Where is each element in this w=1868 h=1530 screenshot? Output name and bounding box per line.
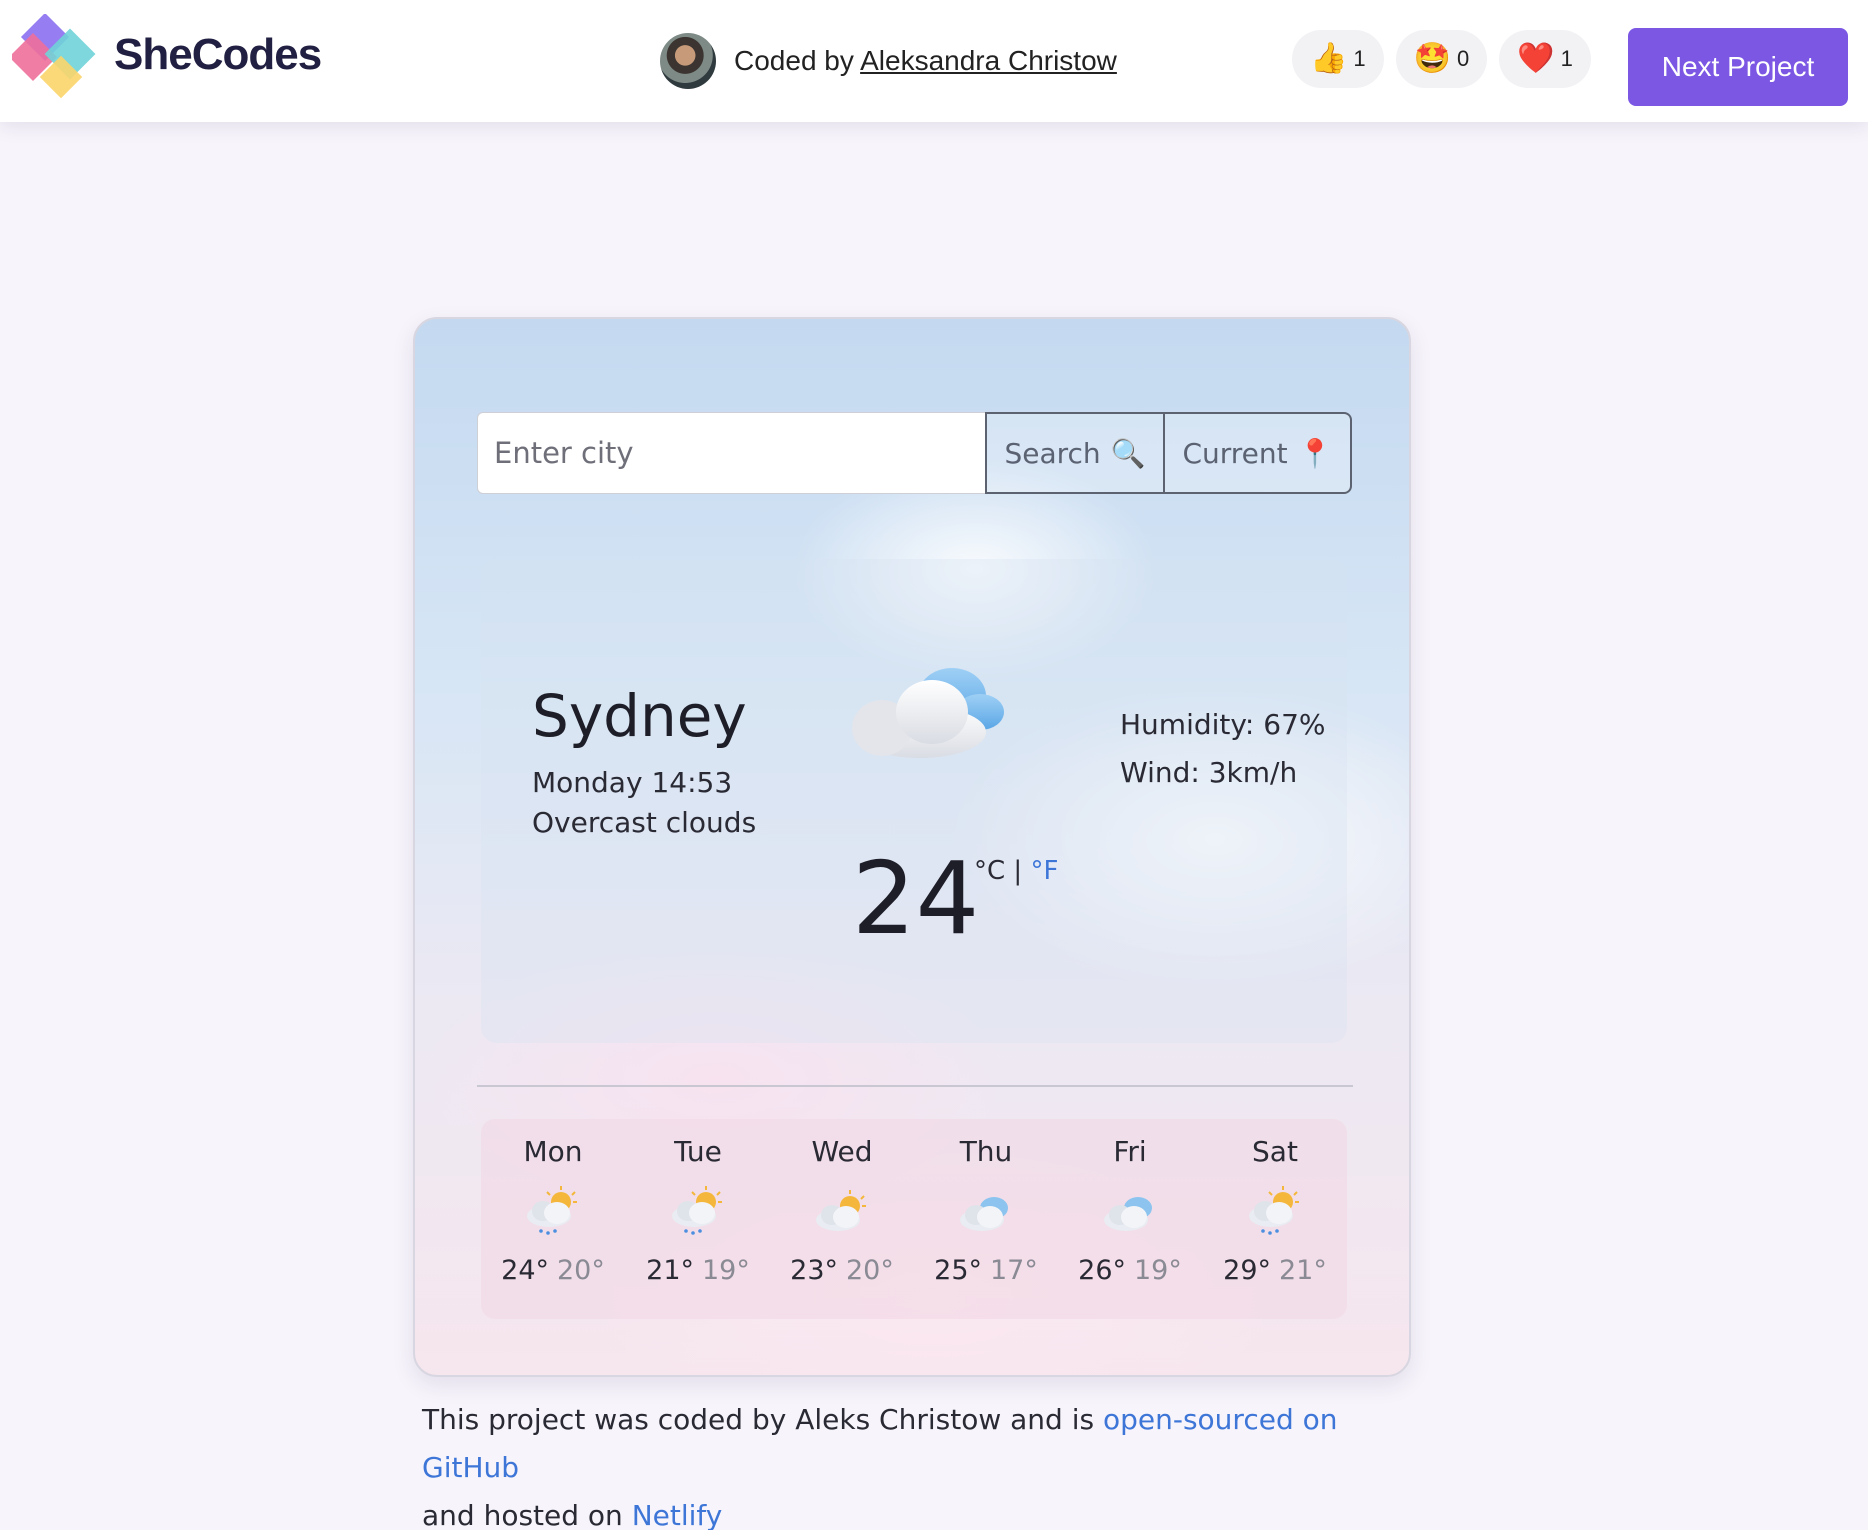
forecast-day-name: Sat <box>1252 1135 1298 1168</box>
forecast-day-name: Tue <box>674 1135 722 1168</box>
forecast-day-name: Wed <box>811 1135 873 1168</box>
forecast-max: 25° <box>934 1255 982 1286</box>
forecast-day-name: Mon <box>523 1135 583 1168</box>
footer-text-2: and hosted on <box>422 1499 632 1530</box>
author-prefix: Coded by <box>734 45 854 76</box>
forecast-day: Tue 21° 19° <box>626 1119 770 1286</box>
forecast-min: 19° <box>1134 1255 1182 1286</box>
current-button-label: Current <box>1182 436 1288 470</box>
city-name: Sydney <box>532 682 747 750</box>
forecast-panel: Mon 24° 20° Tue 21° 19° Wed 23° 20° Thu … <box>481 1119 1347 1319</box>
footer-text: This project was coded by Aleks Christow… <box>422 1396 1422 1530</box>
next-project-button[interactable]: Next Project <box>1628 28 1848 106</box>
forecast-min: 19° <box>702 1255 750 1286</box>
forecast-day: Mon 24° 20° <box>481 1119 625 1286</box>
unit-separator: | <box>1013 856 1023 886</box>
sun-cloud-rain-icon <box>527 1186 577 1235</box>
heart-icon: ❤️ <box>1517 42 1555 75</box>
reaction-star-struck[interactable]: 🤩 0 <box>1395 30 1488 88</box>
reaction-count: 1 <box>1560 46 1573 71</box>
forecast-day-name: Fri <box>1113 1135 1147 1168</box>
cloud-icon <box>1104 1197 1152 1231</box>
forecast-temps: 21° 19° <box>626 1255 770 1286</box>
forecast-max: 24° <box>501 1255 549 1286</box>
shecodes-logo-icon[interactable] <box>12 14 108 104</box>
sun-cloud-icon <box>816 1190 866 1231</box>
forecast-temps: 25° 17° <box>914 1255 1058 1286</box>
humidity: Humidity: 67% <box>1120 708 1326 741</box>
top-bar: SheCodes Coded by Aleksandra Christow 👍 … <box>0 0 1868 122</box>
unit-celsius[interactable]: °C <box>974 856 1005 886</box>
forecast-min: 21° <box>1279 1255 1327 1286</box>
author-credit: Coded by Aleksandra Christow <box>660 32 1117 90</box>
cloud-icon <box>960 1197 1008 1231</box>
forecast-temps: 29° 21° <box>1203 1255 1347 1286</box>
sun-cloud-rain-icon <box>1249 1186 1299 1235</box>
search-icon: 🔍 <box>1110 436 1146 470</box>
brand-name[interactable]: SheCodes <box>114 30 322 80</box>
weather-description: Overcast clouds <box>532 806 757 839</box>
author-text: Coded by Aleksandra Christow <box>734 45 1117 77</box>
thumbs-up-icon: 👍 <box>1310 42 1348 75</box>
search-button[interactable]: Search 🔍 <box>985 412 1165 494</box>
date-time: Monday 14:53 <box>532 766 733 799</box>
current-weather-panel <box>481 559 1347 1043</box>
author-link[interactable]: Aleksandra Christow <box>860 45 1117 76</box>
current-temperature: 24 <box>852 840 980 957</box>
footer-text-1: This project was coded by Aleks Christow… <box>422 1403 1103 1436</box>
unit-toggle: °C | °F <box>974 856 1058 886</box>
current-location-button[interactable]: Current 📍 <box>1165 412 1352 494</box>
overcast-cloud-icon <box>852 668 1004 758</box>
forecast-day: Fri 26° 19° <box>1058 1119 1202 1286</box>
forecast-day-name: Thu <box>959 1135 1013 1168</box>
forecast-day: Wed 23° 20° <box>770 1119 914 1286</box>
netlify-link[interactable]: Netlify <box>632 1499 723 1530</box>
city-search-input[interactable] <box>477 412 985 494</box>
forecast-max: 26° <box>1078 1255 1126 1286</box>
reaction-count: 1 <box>1353 46 1366 71</box>
reactions-bar: 👍 1 🤩 0 ❤️ 1 <box>1292 30 1591 88</box>
star-struck-icon: 🤩 <box>1413 42 1451 75</box>
forecast-min: 20° <box>557 1255 605 1286</box>
forecast-max: 21° <box>646 1255 694 1286</box>
forecast-min: 20° <box>846 1255 894 1286</box>
forecast-day: Sat 29° 21° <box>1203 1119 1347 1286</box>
divider <box>477 1085 1353 1087</box>
pin-icon: 📍 <box>1297 436 1333 470</box>
forecast-max: 23° <box>790 1255 838 1286</box>
reaction-count: 0 <box>1456 46 1470 71</box>
search-form: Search 🔍 Current 📍 <box>477 412 1352 494</box>
forecast-temps: 24° 20° <box>481 1255 625 1286</box>
reaction-heart[interactable]: ❤️ 1 <box>1499 30 1591 88</box>
forecast-day: Thu 25° 17° <box>914 1119 1058 1286</box>
unit-fahrenheit[interactable]: °F <box>1030 856 1058 886</box>
forecast-max: 29° <box>1223 1255 1271 1286</box>
search-button-label: Search <box>1004 436 1101 470</box>
forecast-min: 17° <box>990 1255 1038 1286</box>
avatar <box>660 33 716 89</box>
wind: Wind: 3km/h <box>1120 756 1298 789</box>
sun-cloud-rain-icon <box>672 1186 722 1235</box>
forecast-temps: 23° 20° <box>770 1255 914 1286</box>
reaction-thumbs-up[interactable]: 👍 1 <box>1292 30 1384 88</box>
forecast-temps: 26° 19° <box>1058 1255 1202 1286</box>
